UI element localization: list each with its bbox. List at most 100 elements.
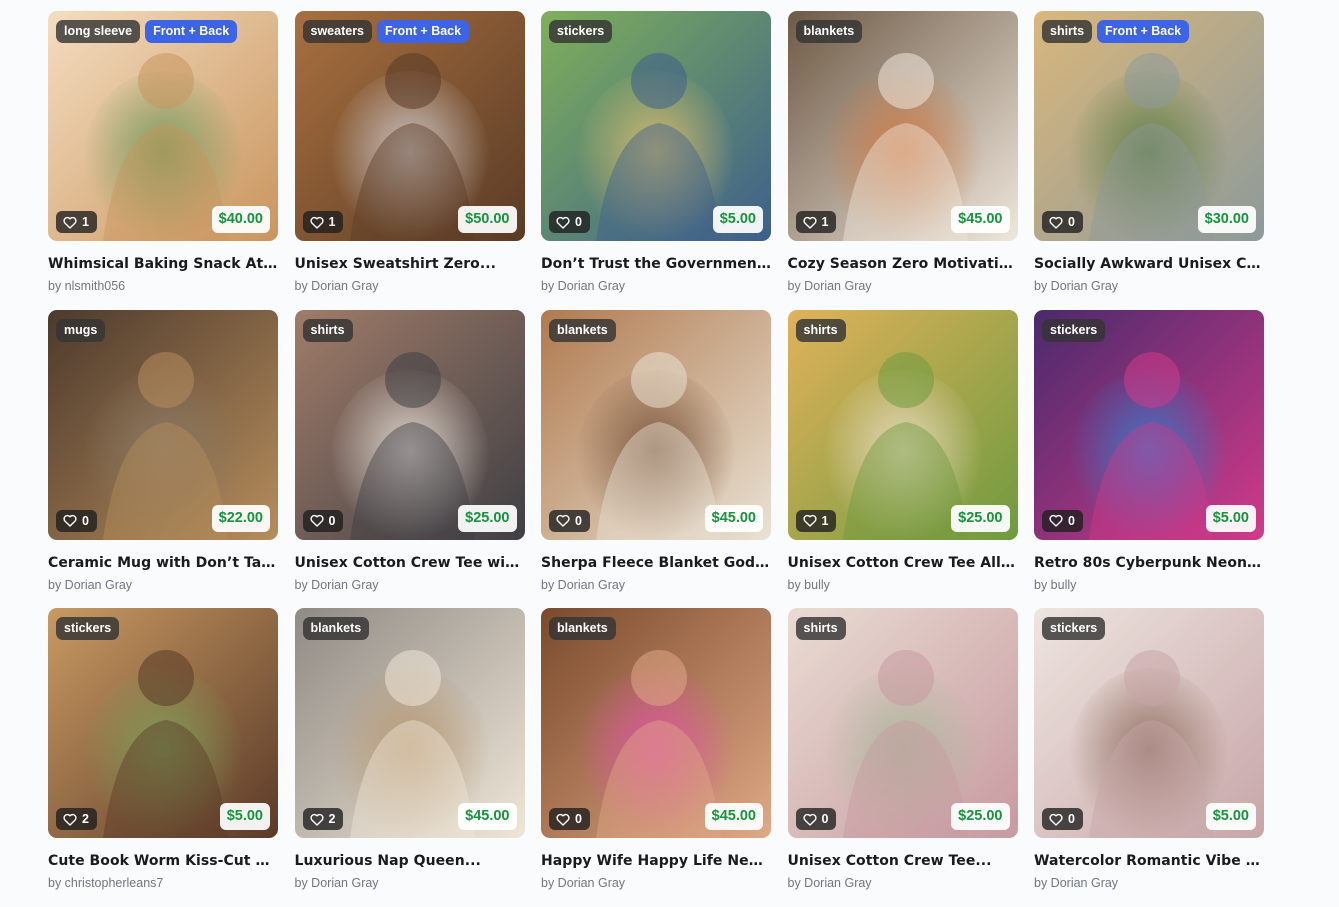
- like-button[interactable]: 0: [549, 509, 590, 532]
- product-image[interactable]: stickers 0 $5.00: [1034, 309, 1264, 540]
- price-badge: $25.00: [458, 504, 517, 532]
- product-card[interactable]: long sleeve Front + Back 1 $40.00 Whimsi…: [48, 11, 278, 310]
- category-tag: blankets: [549, 318, 616, 342]
- product-author[interactable]: by Dorian Gray: [1034, 876, 1264, 890]
- product-author[interactable]: by Dorian Gray: [541, 279, 771, 293]
- product-title[interactable]: Luxurious Nap Queen...: [295, 853, 525, 869]
- like-button[interactable]: 1: [302, 211, 344, 233]
- product-title[interactable]: Ceramic Mug with Don’t Talk to...: [48, 555, 278, 571]
- like-count: 1: [821, 215, 829, 229]
- product-title[interactable]: Watercolor Romantic Vibe Kiss-...: [1034, 853, 1264, 869]
- like-button[interactable]: 1: [795, 211, 837, 233]
- product-card[interactable]: sweaters Front + Back 1 $50.00 Unisex Sw…: [294, 11, 525, 310]
- like-button[interactable]: 0: [302, 509, 344, 532]
- product-image[interactable]: mugs 0 $22.00: [48, 309, 278, 540]
- front-back-badge: Front + Back: [1097, 20, 1190, 43]
- product-author[interactable]: by Dorian Gray: [295, 279, 525, 293]
- heart-icon: [309, 813, 324, 826]
- product-card[interactable]: stickers 2 $5.00 Cute Book Worm Kiss-Cut…: [48, 608, 278, 907]
- product-title[interactable]: Unisex Cotton Crew Tee...: [788, 853, 1018, 869]
- heart-icon: [556, 216, 570, 229]
- like-button[interactable]: 1: [56, 211, 97, 233]
- product-image[interactable]: stickers 2 $5.00: [48, 608, 278, 838]
- product-image[interactable]: blankets 2 $45.00: [294, 608, 525, 838]
- heart-icon: [1049, 216, 1063, 229]
- product-image[interactable]: long sleeve Front + Back 1 $40.00: [48, 11, 278, 241]
- category-tag: shirts: [1042, 20, 1093, 43]
- product-title[interactable]: Socially Awkward Unisex Cotton...: [1034, 256, 1264, 272]
- product-title[interactable]: Unisex Cotton Crew Tee All You...: [788, 555, 1018, 571]
- like-button[interactable]: 1: [795, 509, 837, 532]
- product-card[interactable]: blankets 1 $45.00 Cozy Season Zero Motiv…: [787, 11, 1018, 310]
- like-count: 0: [575, 215, 582, 229]
- heart-icon: [63, 813, 77, 826]
- product-image[interactable]: stickers 0 $5.00: [1034, 608, 1264, 838]
- product-card[interactable]: blankets 0 $45.00 Happy Wife Happy Life …: [541, 608, 771, 907]
- product-image[interactable]: blankets 1 $45.00: [787, 11, 1018, 241]
- heart-icon: [1049, 813, 1063, 826]
- like-count: 0: [1068, 513, 1075, 528]
- like-button[interactable]: 0: [549, 211, 590, 233]
- product-title[interactable]: Retro 80s Cyberpunk Neon Kiss-...: [1034, 555, 1264, 571]
- price-badge: $5.00: [1205, 803, 1256, 830]
- product-image[interactable]: shirts 0 $25.00: [294, 309, 525, 540]
- heart-icon: [63, 514, 77, 527]
- product-title[interactable]: Cute Book Worm Kiss-Cut Sticke...: [48, 853, 278, 869]
- product-title[interactable]: Sherpa Fleece Blanket God is...: [541, 555, 771, 571]
- like-button[interactable]: 0: [1042, 211, 1083, 233]
- product-author[interactable]: by nlsmith056: [48, 279, 278, 293]
- product-card[interactable]: stickers 0 $5.00 Retro 80s Cyberpunk Neo…: [1034, 309, 1264, 609]
- product-author[interactable]: by Dorian Gray: [1034, 279, 1264, 293]
- like-button[interactable]: 0: [56, 509, 97, 532]
- like-button[interactable]: 2: [302, 808, 344, 830]
- product-image[interactable]: shirts 0 $25.00: [787, 608, 1018, 838]
- product-card[interactable]: blankets 0 $45.00 Sherpa Fleece Blanket …: [541, 309, 771, 609]
- like-count: 0: [575, 513, 582, 528]
- product-author[interactable]: by christopherleans7: [48, 876, 278, 890]
- category-tag: stickers: [1042, 617, 1106, 640]
- product-image[interactable]: sweaters Front + Back 1 $50.00: [294, 11, 525, 241]
- heart-icon: [309, 514, 324, 527]
- product-card[interactable]: shirts Front + Back 0 $30.00 Socially Aw…: [1034, 11, 1264, 310]
- product-title[interactable]: Whimsical Baking Snack Attack...: [48, 256, 278, 272]
- product-image[interactable]: shirts Front + Back 0 $30.00: [1034, 11, 1264, 241]
- heart-icon: [802, 813, 817, 826]
- product-title[interactable]: Happy Wife Happy Life Neon...: [541, 853, 771, 869]
- product-card[interactable]: mugs 0 $22.00 Ceramic Mug with Don’t Tal…: [48, 309, 278, 609]
- product-author[interactable]: by Dorian Gray: [541, 578, 771, 592]
- like-button[interactable]: 0: [1042, 509, 1083, 532]
- product-title[interactable]: Unisex Cotton Crew Tee with The...: [295, 555, 525, 571]
- product-author[interactable]: by Dorian Gray: [788, 279, 1018, 293]
- product-card[interactable]: shirts 1 $25.00 Unisex Cotton Crew Tee A…: [787, 309, 1018, 609]
- product-author[interactable]: by Dorian Gray: [295, 578, 525, 592]
- product-author[interactable]: by Dorian Gray: [541, 876, 771, 890]
- category-tag: stickers: [1042, 318, 1106, 342]
- product-image[interactable]: blankets 0 $45.00: [541, 608, 771, 838]
- product-card[interactable]: stickers 0 $5.00 Watercolor Romantic Vib…: [1034, 608, 1264, 907]
- like-button[interactable]: 2: [56, 808, 97, 830]
- product-image[interactable]: stickers 0 $5.00: [541, 11, 771, 241]
- heart-icon: [63, 216, 77, 229]
- product-author[interactable]: by bully: [1034, 578, 1264, 592]
- product-image[interactable]: shirts 1 $25.00: [787, 309, 1018, 540]
- heart-icon: [802, 514, 817, 527]
- category-tag: blankets: [549, 617, 616, 640]
- product-title[interactable]: Cozy Season Zero Motivation...: [788, 256, 1018, 272]
- product-author[interactable]: by Dorian Gray: [788, 876, 1018, 890]
- front-back-badge: Front + Back: [145, 20, 238, 43]
- product-card[interactable]: blankets 2 $45.00 Luxurious Nap Queen...…: [294, 608, 525, 907]
- like-button[interactable]: 0: [549, 808, 590, 830]
- product-author[interactable]: by Dorian Gray: [295, 876, 525, 890]
- price-badge: $45.00: [704, 803, 763, 830]
- product-title[interactable]: Unisex Sweatshirt Zero...: [295, 256, 525, 272]
- product-card[interactable]: shirts 0 $25.00 Unisex Cotton Crew Tee w…: [294, 309, 525, 609]
- like-button[interactable]: 0: [795, 808, 837, 830]
- price-badge: $30.00: [1197, 206, 1256, 233]
- product-card[interactable]: shirts 0 $25.00 Unisex Cotton Crew Tee..…: [787, 608, 1018, 907]
- product-author[interactable]: by bully: [788, 578, 1018, 592]
- product-image[interactable]: blankets 0 $45.00: [541, 309, 771, 540]
- product-author[interactable]: by Dorian Gray: [48, 578, 278, 592]
- like-button[interactable]: 0: [1042, 808, 1083, 830]
- product-card[interactable]: stickers 0 $5.00 Don’t Trust the Governm…: [541, 11, 771, 310]
- product-title[interactable]: Don’t Trust the Government Kiss...: [541, 256, 771, 272]
